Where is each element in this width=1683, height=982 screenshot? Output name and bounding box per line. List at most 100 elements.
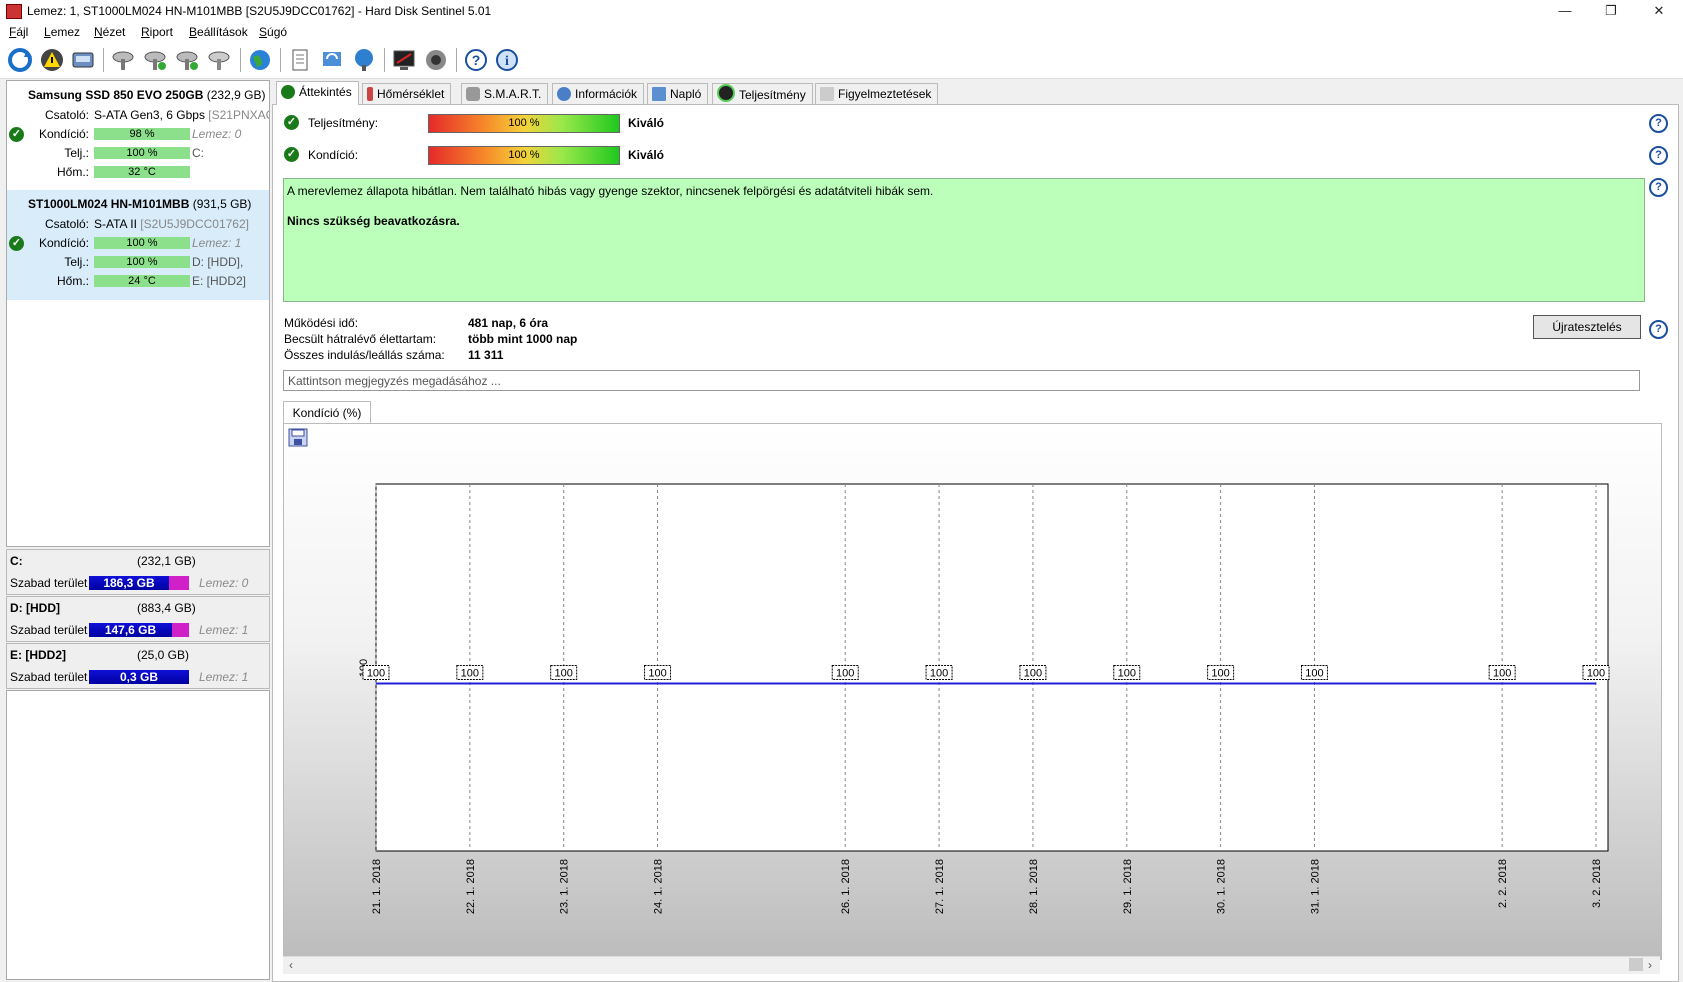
disk-interface: S-ATA II [S2U5J9DCC01762] — [94, 217, 249, 231]
menu-help[interactable]: Súgó — [259, 25, 287, 39]
volume-entry-d[interactable]: D: [HDD] (883,4 GB) Szabad terület 147,6… — [6, 596, 270, 642]
x-tick-label: 27. 1. 2018 — [934, 859, 946, 914]
x-tick-label: 26. 1. 2018 — [840, 859, 852, 914]
menu-report[interactable]: Riport — [141, 25, 173, 39]
perf-label: Telj.: — [64, 146, 89, 160]
hdd-tools-icon-1[interactable] — [110, 47, 136, 73]
data-label: 100 — [930, 668, 948, 680]
chart-tab-condition[interactable]: Kondíció (%) — [283, 401, 371, 424]
volume-name: E: [HDD2] — [10, 648, 66, 662]
volume-disk: Lemez: 1 — [199, 670, 249, 684]
note-input[interactable]: Kattintson megjegyzés megadásához ... — [283, 370, 1640, 391]
free-space-bar: 0,3 GB — [89, 670, 189, 684]
info-icon — [557, 87, 571, 101]
info-icon[interactable]: i — [494, 47, 520, 73]
interface-value: S-ATA Gen3, 6 Gbps — [94, 108, 205, 122]
menu-view[interactable]: Nézet — [94, 25, 125, 39]
help-icon[interactable]: ? — [1649, 178, 1668, 197]
network-icon[interactable] — [351, 47, 377, 73]
tab-temperature[interactable]: Hőmérséklet — [362, 83, 452, 104]
gauge-icon — [717, 84, 735, 102]
sync-icon[interactable] — [319, 47, 345, 73]
tab-smart[interactable]: S.M.A.R.T. — [461, 83, 549, 104]
hdd-tools-icon-3[interactable] — [174, 47, 200, 73]
ok-check-icon: ✓ — [284, 147, 299, 162]
menu-disk[interactable]: Lemez — [44, 25, 80, 39]
hdd-tools-icon-2[interactable] — [142, 47, 168, 73]
volume-entry-e[interactable]: E: [HDD2] (25,0 GB) Szabad terület 0,3 G… — [6, 643, 270, 689]
x-tick-label: 23. 1. 2018 — [559, 859, 571, 914]
retest-button[interactable]: Újratesztelés — [1533, 315, 1641, 339]
volume-entry-c[interactable]: C: (232,1 GB) Szabad terület 186,3 GB Le… — [6, 549, 270, 595]
title-bar: Lemez: 1, ST1000LM024 HN-M101MBB [S2U5J9… — [0, 0, 1683, 22]
condition-label: Kondíció: — [38, 236, 89, 250]
warning-icon[interactable] — [39, 47, 65, 73]
disk-serial: [S2U5J9DCC01762] — [140, 217, 249, 231]
hdd-tools-icon-4[interactable] — [206, 47, 232, 73]
free-space-label: Szabad terület — [10, 576, 88, 590]
perf-label: Telj.: — [64, 255, 89, 269]
volume-name: C: — [10, 554, 23, 568]
volume-list: C: — [192, 146, 204, 160]
start-stop-label: Összes indulás/leállás száma: — [284, 348, 445, 362]
data-label: 100 — [1493, 668, 1511, 680]
data-label: 100 — [836, 668, 854, 680]
speaker-icon[interactable] — [423, 47, 449, 73]
x-tick-label: 28. 1. 2018 — [1028, 859, 1040, 914]
disk-size: (232,9 GB) — [206, 88, 266, 102]
svg-text:?: ? — [472, 52, 481, 68]
disk-serial: [S21PNXAG9 — [208, 108, 269, 122]
maximize-button[interactable]: ❐ — [1588, 0, 1634, 22]
disk-entry-1[interactable]: ST1000LM024 HN-M101MBB (931,5 GB) Csatol… — [7, 190, 269, 300]
data-label: 100 — [367, 668, 385, 680]
tab-overview[interactable]: Áttekintés — [276, 81, 359, 105]
scroll-thumb[interactable] — [1629, 958, 1643, 971]
help-icon[interactable]: ? — [1649, 146, 1668, 165]
scroll-right-icon[interactable]: › — [1648, 958, 1652, 972]
condition-bar: 100 % — [428, 146, 620, 165]
tab-performance[interactable]: Teljesítmény — [712, 83, 813, 104]
volume-disk: Lemez: 0 — [199, 576, 249, 590]
interface-value: S-ATA II — [94, 217, 137, 231]
disk-name: ST1000LM024 HN-M101MBB — [28, 197, 190, 211]
disk-entry-0[interactable]: Samsung SSD 850 EVO 250GB (232,9 GB) Csa… — [7, 81, 269, 191]
free-space-label: Szabad terület — [10, 623, 88, 637]
tab-information[interactable]: Információk — [552, 83, 645, 104]
disk-size: (931,5 GB) — [192, 197, 252, 211]
tab-label: Napló — [670, 87, 702, 101]
condition-bar: 100 % — [94, 237, 190, 249]
disk-title: ST1000LM024 HN-M101MBB (931,5 GB) — [28, 197, 251, 211]
menu-file[interactable]: Fájl — [9, 25, 28, 39]
ok-check-icon: ✓ — [284, 115, 299, 130]
disk-title: Samsung SSD 850 EVO 250GB (232,9 GB) — [28, 88, 265, 102]
monitor-icon[interactable] — [391, 47, 417, 73]
volume-list-empty-area — [6, 690, 270, 980]
temp-bar: 24 °C — [94, 275, 190, 287]
close-button[interactable]: ✕ — [1636, 0, 1682, 22]
disk-icon[interactable] — [70, 47, 96, 73]
x-tick-label: 24. 1. 2018 — [653, 859, 665, 914]
interface-label: Csatoló: — [44, 108, 89, 122]
help-icon[interactable]: ? — [463, 47, 489, 73]
help-icon[interactable]: ? — [1649, 320, 1668, 339]
perf-bar: 100 % — [94, 147, 190, 159]
menu-settings[interactable]: Beállítások — [189, 25, 248, 39]
data-label: 100 — [555, 668, 573, 680]
volume-list: D: [HDD], — [192, 255, 244, 269]
disk-index: Lemez: 1 — [192, 236, 242, 250]
minimize-button[interactable]: — — [1542, 0, 1588, 22]
volume-disk: Lemez: 1 — [199, 623, 249, 637]
data-label: 100 — [648, 668, 666, 680]
tab-alerts[interactable]: Figyelmeztetések — [815, 83, 939, 104]
scroll-left-icon[interactable]: ‹ — [289, 958, 293, 972]
data-label: 100 — [1118, 668, 1136, 680]
report-icon[interactable] — [287, 47, 313, 73]
help-icon[interactable]: ? — [1649, 114, 1668, 133]
horizontal-scrollbar[interactable]: ‹ › — [283, 956, 1660, 974]
toolbar: ? i — [0, 42, 1683, 79]
globe-icon[interactable] — [247, 47, 273, 73]
refresh-icon[interactable] — [7, 47, 33, 73]
svg-text:i: i — [505, 54, 509, 69]
start-stop-value: 11 311 — [468, 348, 504, 362]
tab-log[interactable]: Napló — [647, 83, 709, 104]
